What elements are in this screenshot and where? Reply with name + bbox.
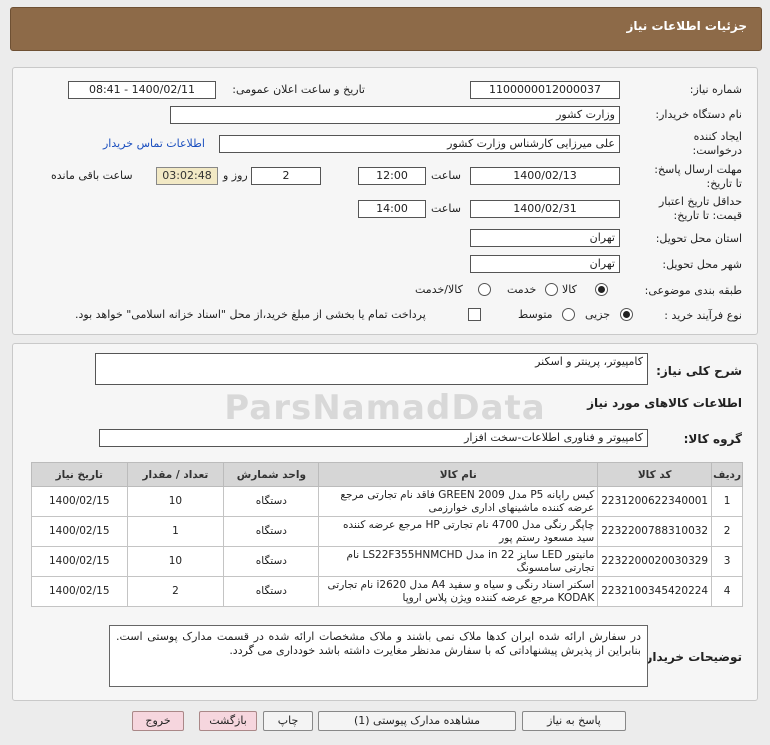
category-label: طبقه بندی موضوعی: <box>644 284 742 297</box>
creator-label: ایجاد کننده درخواست: <box>692 130 742 157</box>
col-code: کد کالا <box>597 462 713 487</box>
province-field: تهران <box>470 229 620 247</box>
col-date: تاریخ نیاز <box>31 462 128 487</box>
cell-name: کیس رایانه P5 مدل GREEN 2009 فاقد نام تج… <box>318 486 599 517</box>
page-header: جزئیات اطلاعات نیاز <box>10 7 762 51</box>
category-both-radio[interactable] <box>478 283 491 296</box>
cell-qty: 10 <box>126 486 225 517</box>
col-qty: تعداد / مقدار <box>126 462 225 487</box>
group-label: گروه کالا: <box>683 432 742 446</box>
cell-name: چاپگر رنگی مدل 4700 نام تجارتی HP مرجع ع… <box>318 516 599 547</box>
city-label: شهر محل تحویل: <box>662 258 742 271</box>
cell-row: 3 <box>711 546 743 577</box>
cell-code: 2232200788310032 <box>597 516 713 547</box>
col-row: ردیف <box>711 462 743 487</box>
process-medium-radio[interactable] <box>562 308 575 321</box>
cell-unit: دستگاه <box>223 516 320 547</box>
table-row: 4 2232100345420224 اسکنر اسناد رنگی و سی… <box>31 576 743 607</box>
print-button[interactable]: چاپ <box>263 711 313 731</box>
days-label: روز و <box>223 169 248 182</box>
table-row: 3 2232200020030329 مانیتور LED سایز 22 i… <box>31 546 743 577</box>
cell-name: اسکنر اسناد رنگی و سیاه و سفید A4 مدل i2… <box>318 576 599 607</box>
col-name: نام کالا <box>318 462 599 487</box>
reply-button[interactable]: پاسخ به نیاز <box>522 711 626 731</box>
send-date-field: 1400/02/13 <box>470 167 620 185</box>
remaining-timer: 03:02:48 <box>156 167 218 185</box>
cell-row: 1 <box>711 486 743 517</box>
cell-date: 1400/02/15 <box>31 486 128 517</box>
page-title: جزئیات اطلاعات نیاز <box>626 19 747 33</box>
cell-qty: 1 <box>126 516 225 547</box>
treasury-payment-note: پرداخت تمام یا بخشی از مبلغ خرید،از محل … <box>75 308 426 321</box>
category-service-radio[interactable] <box>545 283 558 296</box>
cell-code: 2231200622340001 <box>597 486 713 517</box>
cell-row: 2 <box>711 516 743 547</box>
goods-table-header: ردیف کد کالا نام کالا واحد شمارش تعداد /… <box>31 462 743 487</box>
col-unit: واحد شمارش <box>223 462 320 487</box>
need-info-panel: شماره نیاز: 1100000012000037 تاریخ و ساع… <box>12 67 758 335</box>
category-service-label: خدمت <box>507 283 537 296</box>
cell-date: 1400/02/15 <box>31 546 128 577</box>
need-number-label: شماره نیاز: <box>689 83 742 96</box>
cell-date: 1400/02/15 <box>31 576 128 607</box>
process-label: نوع فرآیند خرید : <box>664 309 742 322</box>
category-goods-label: کالا <box>562 283 577 296</box>
process-minor-radio[interactable] <box>620 308 633 321</box>
creator-field: علی میرزایی کارشناس وزارت کشور <box>219 135 620 153</box>
process-minor-label: جزیی <box>585 308 611 321</box>
treasury-payment-checkbox[interactable] <box>468 308 481 321</box>
validity-date-field: 1400/02/31 <box>470 200 620 218</box>
contact-buyer-link[interactable]: اطلاعات تماس خریدار <box>103 137 205 150</box>
goods-section-title: اطلاعات کالاهای مورد نیاز <box>587 396 742 410</box>
exit-button[interactable]: خروج <box>132 711 184 731</box>
send-deadline-label: مهلت ارسال پاسخ: تا تاریخ: <box>654 163 742 190</box>
remaining-label: ساعت باقی مانده <box>51 169 133 182</box>
table-row: 1 2231200622340001 کیس رایانه P5 مدل GRE… <box>31 486 743 517</box>
cell-row: 4 <box>711 576 743 607</box>
category-both-label: کالا/خدمت <box>415 283 463 296</box>
cell-unit: دستگاه <box>223 546 320 577</box>
summary-label: شرح کلی نیاز: <box>656 364 742 378</box>
table-row: 2 2232200788310032 چاپگر رنگی مدل 4700 ن… <box>31 516 743 547</box>
need-number-field: 1100000012000037 <box>470 81 620 99</box>
cell-unit: دستگاه <box>223 486 320 517</box>
announce-label: تاریخ و ساعت اعلان عمومی: <box>232 83 365 96</box>
cell-qty: 2 <box>126 576 225 607</box>
buyer-notes-label: توضیحات خریدار: <box>640 650 742 664</box>
cell-code: 2232100345420224 <box>597 576 713 607</box>
goods-table: ردیف کد کالا نام کالا واحد شمارش تعداد /… <box>31 462 743 607</box>
process-medium-label: متوسط <box>518 308 553 321</box>
province-label: استان محل تحویل: <box>655 232 742 245</box>
announce-field: 1400/02/11 - 08:41 <box>68 81 216 99</box>
days-field: 2 <box>251 167 321 185</box>
cell-qty: 10 <box>126 546 225 577</box>
buyer-org-label: نام دستگاه خریدار: <box>655 108 742 121</box>
summary-field: کامپیوتر، پرینتر و اسکنر <box>95 353 648 385</box>
send-time-label: ساعت <box>431 169 461 182</box>
validity-time-field: 14:00 <box>358 200 426 218</box>
goods-panel: شرح کلی نیاز: کامپیوتر، پرینتر و اسکنر ا… <box>12 343 758 701</box>
cell-unit: دستگاه <box>223 576 320 607</box>
cell-code: 2232200020030329 <box>597 546 713 577</box>
city-field: تهران <box>470 255 620 273</box>
validity-time-label: ساعت <box>431 202 461 215</box>
send-time-field: 12:00 <box>358 167 426 185</box>
validity-label: حداقل تاریخ اعتبار قیمت: تا تاریخ: <box>658 195 742 222</box>
back-button[interactable]: بازگشت <box>199 711 257 731</box>
cell-name: مانیتور LED سایز 22 in مدل LS22F355HNMCH… <box>318 546 599 577</box>
category-goods-radio[interactable] <box>595 283 608 296</box>
view-attachments-button[interactable]: مشاهده مدارک پیوستی (1) <box>318 711 516 731</box>
cell-date: 1400/02/15 <box>31 516 128 547</box>
buyer-notes-field: در سفارش ارائه شده ایران کدها ملاک نمی ب… <box>109 625 648 687</box>
buyer-org-field: وزارت کشور <box>170 106 620 124</box>
group-field: کامپیوتر و فناوری اطلاعات-سخت افزار <box>99 429 648 447</box>
